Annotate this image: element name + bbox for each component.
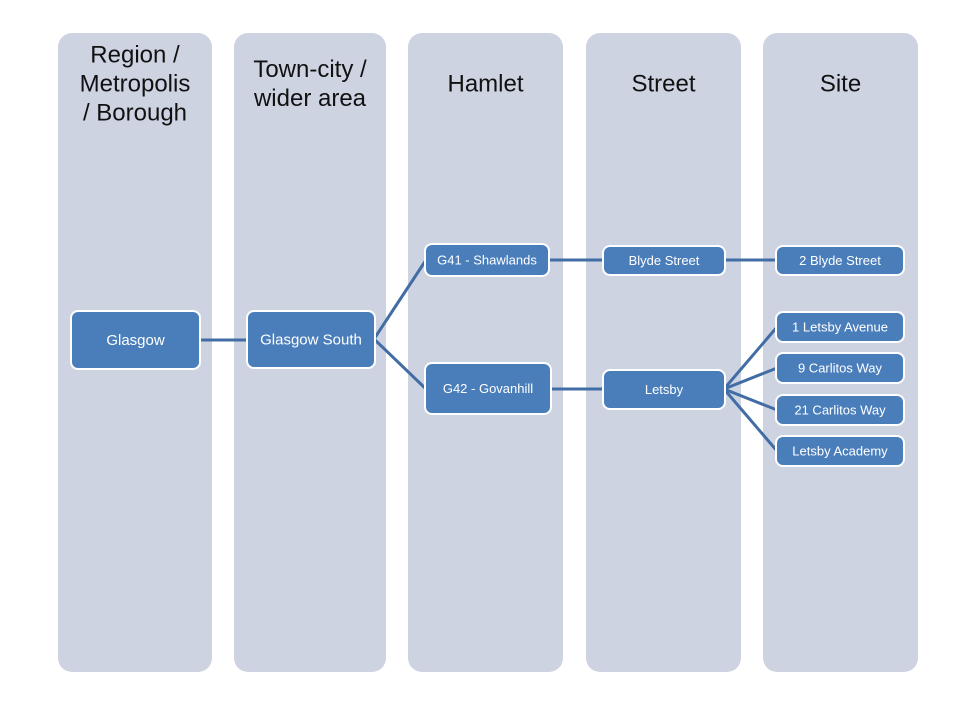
lane-region-title: / Borough (83, 99, 187, 126)
lane-hamlet-band (408, 33, 563, 672)
lane-street-band (586, 33, 741, 672)
node-1-letsby-avenue[interactable]: 1 Letsby Avenue (775, 311, 905, 343)
lane-region-title: Metropolis (80, 70, 191, 97)
node-g41-shawlands[interactable]: G41 - Shawlands (424, 243, 550, 277)
node-21-carlitos-way[interactable]: 21 Carlitos Way (775, 394, 905, 426)
node-g41-shawlands-label: G41 - Shawlands (437, 252, 537, 267)
node-glasgow-south[interactable]: Glasgow South (246, 310, 376, 369)
node-g42-govanhill[interactable]: G42 - Govanhill (424, 362, 552, 415)
node-g42-govanhill-label: G42 - Govanhill (443, 381, 533, 396)
lane-town-title: Town-city / (253, 56, 367, 83)
lane-region-title: Region / (90, 41, 180, 68)
node-letsby[interactable]: Letsby (602, 369, 726, 410)
node-1-letsby-avenue-label: 1 Letsby Avenue (792, 319, 888, 334)
node-letsby-academy[interactable]: Letsby Academy (775, 435, 905, 467)
lane-street-title: Street (631, 70, 695, 97)
node-letsby-academy-label: Letsby Academy (792, 443, 888, 458)
node-glasgow-south-label: Glasgow South (260, 331, 362, 348)
node-21-carlitos-way-label: 21 Carlitos Way (794, 402, 886, 417)
node-glasgow[interactable]: Glasgow (70, 310, 201, 370)
node-letsby-label: Letsby (645, 382, 684, 397)
node-blyde-street-label: Blyde Street (629, 253, 700, 268)
node-9-carlitos-way[interactable]: 9 Carlitos Way (775, 352, 905, 384)
node-2-blyde-street-label: 2 Blyde Street (799, 253, 881, 268)
lane-town-title: wider area (253, 85, 367, 112)
node-blyde-street[interactable]: Blyde Street (602, 245, 726, 276)
lane-hamlet: Hamlet (408, 33, 563, 672)
diagram-canvas: Region /Metropolis/ Borough Town-city /wi… (58, 33, 918, 672)
node-2-blyde-street[interactable]: 2 Blyde Street (775, 245, 905, 276)
lane-site-title: Site (820, 70, 861, 97)
hierarchy-diagram: Region / Metropolis / Borough Town-city / wi… (0, 0, 960, 720)
node-glasgow-label: Glasgow (106, 332, 165, 349)
node-9-carlitos-way-label: 9 Carlitos Way (798, 360, 883, 375)
lane-hamlet-title: Hamlet (447, 70, 523, 97)
lane-street: Street (586, 33, 741, 672)
